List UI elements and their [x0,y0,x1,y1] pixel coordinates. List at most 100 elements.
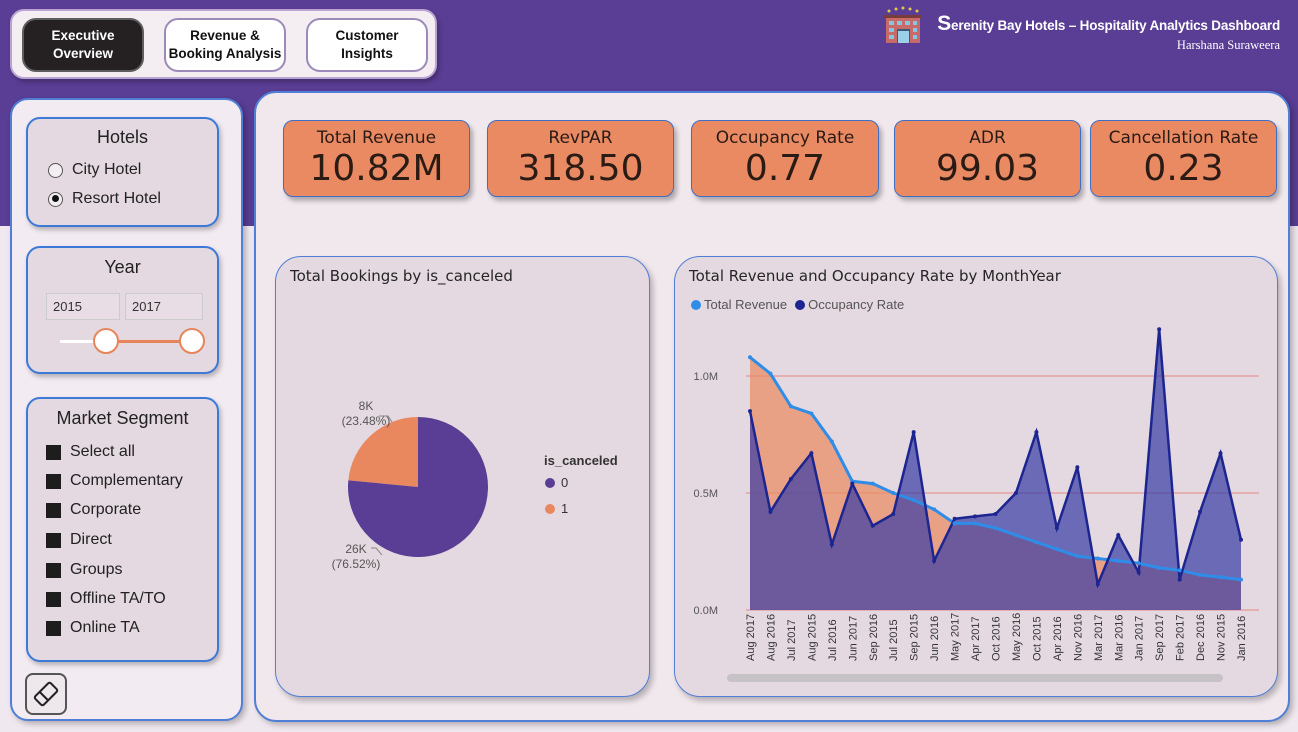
occupancy-point[interactable] [1116,533,1121,538]
segment-option-label: Offline TA/TO [70,590,166,607]
revenue-point[interactable] [1157,565,1162,570]
segment-option-select-all[interactable]: Select all [46,443,135,461]
revenue-point[interactable] [829,439,834,444]
x-tick-label: Apr 2017 [970,616,982,661]
occupancy-point[interactable] [1075,465,1080,470]
author-name: Harshana Suraweera [1176,38,1280,52]
revenue-point[interactable] [1075,554,1080,559]
year-from-input[interactable]: 2015 [46,293,120,320]
occupancy-point[interactable] [993,512,998,517]
occupancy-point[interactable] [748,409,752,414]
revenue-point[interactable] [748,355,752,360]
kpi-label: RevPAR [548,128,613,148]
bookings-pie-visual: Total Bookings by is_canceled 8K (23.48%… [275,256,650,697]
year-to-input[interactable]: 2017 [125,293,203,320]
checkbox-checked-icon[interactable] [46,444,61,460]
hotel-building-icon [884,6,922,43]
x-tick-label: Mar 2017 [1093,615,1105,661]
kpi-value: 0.23 [1143,148,1224,189]
checkbox-checked-icon[interactable] [46,562,61,578]
revenue-point[interactable] [768,371,773,376]
occupancy-point[interactable] [1198,509,1203,514]
year-slider-start-handle[interactable] [93,328,119,354]
hotel-option-city[interactable]: City Hotel [48,161,141,179]
x-tick-label: Jul 2015 [888,619,900,661]
revenue-point[interactable] [1198,572,1203,577]
segment-option-online-ta[interactable]: Online TA [46,619,140,637]
revenue-point[interactable] [1116,558,1121,563]
occupancy-point[interactable] [809,451,814,456]
revenue-point[interactable] [1218,575,1223,580]
revenue-point[interactable] [1239,577,1243,582]
tab-customer-insights[interactable]: Customer Insights [306,18,428,72]
occupancy-point[interactable] [1218,451,1223,456]
chart-horizontal-scrollbar[interactable] [727,674,1223,682]
kpi-cancellation-rate: Cancellation Rate 0.23 [1090,120,1277,197]
segment-option-groups[interactable]: Groups [46,561,122,579]
x-tick-label: Mar 2016 [1113,615,1125,661]
occupancy-point[interactable] [1054,526,1059,531]
revenue-point[interactable] [1034,540,1039,545]
revenue-point[interactable] [973,521,978,526]
occupancy-point[interactable] [768,509,773,514]
occupancy-point[interactable] [932,558,937,563]
legend-label: 0 [561,475,569,490]
occupancy-point[interactable] [870,523,875,528]
segment-option-label: Online TA [70,619,140,636]
segment-option-corporate[interactable]: Corporate [46,501,141,519]
tab-executive-overview[interactable]: Executive Overview [22,18,144,72]
occupancy-point[interactable] [1157,327,1162,332]
occupancy-point[interactable] [1136,570,1141,575]
revenue-point[interactable] [993,526,998,531]
checkbox-checked-icon[interactable] [46,502,61,518]
hotel-option-resort[interactable]: Resort Hotel [48,190,161,208]
x-tick-label: May 2017 [950,613,962,661]
revenue-point[interactable] [1136,561,1141,566]
kpi-total-revenue: Total Revenue 10.82M [283,120,470,197]
occupancy-point[interactable] [1034,430,1039,435]
segment-option-offline-ta-to[interactable]: Offline TA/TO [46,590,166,608]
occupancy-point[interactable] [1177,577,1182,582]
year-slider-end-handle[interactable] [179,328,205,354]
occupancy-point[interactable] [891,512,896,517]
occupancy-point[interactable] [1095,582,1100,587]
occupancy-point[interactable] [1013,491,1018,495]
segment-option-complementary[interactable]: Complementary [46,472,183,490]
occupancy-point[interactable] [911,430,916,435]
checkbox-checked-icon[interactable] [46,591,61,607]
pie-legend-item-1[interactable]: 1 [545,501,568,516]
revenue-point[interactable] [911,498,916,503]
checkbox-checked-icon[interactable] [46,620,61,636]
revenue-point[interactable] [932,507,937,512]
occupancy-point[interactable] [1239,537,1243,542]
dashboard-title: Serenity Bay Hotels – Hospitality Analyt… [937,12,1280,36]
occupancy-point[interactable] [829,542,834,547]
filter-panel: Hotels City Hotel Resort Hotel Year 2015… [10,98,243,721]
occupancy-point[interactable] [973,514,978,519]
occupancy-point[interactable] [788,476,793,481]
checkbox-checked-icon[interactable] [46,473,61,489]
revenue-point[interactable] [952,521,957,526]
revenue-point[interactable] [870,481,875,486]
radio-unselected-icon[interactable] [48,162,63,178]
tab-revenue-booking-analysis[interactable]: Revenue & Booking Analysis [164,18,286,72]
revenue-point[interactable] [1054,547,1059,552]
hotel-option-label: Resort Hotel [72,190,161,207]
revenue-point[interactable] [891,491,896,495]
segment-option-direct[interactable]: Direct [46,531,112,549]
checkbox-checked-icon[interactable] [46,532,61,548]
hotels-slicer: Hotels City Hotel Resort Hotel [26,117,219,227]
revenue-point[interactable] [1095,556,1100,561]
revenue-point[interactable] [1013,533,1018,538]
clear-filters-button[interactable] [25,673,67,715]
x-tick-label: Jul 2016 [827,619,839,661]
occupancy-point[interactable] [850,481,855,486]
occupancy-point[interactable] [952,516,957,521]
segment-option-label: Complementary [70,472,183,489]
revenue-point[interactable] [809,411,814,416]
pie-legend-item-0[interactable]: 0 [545,475,568,490]
x-tick-label: Oct 2015 [1031,616,1043,661]
revenue-point[interactable] [1177,568,1182,573]
radio-selected-icon[interactable] [48,191,63,207]
revenue-point[interactable] [788,404,793,409]
